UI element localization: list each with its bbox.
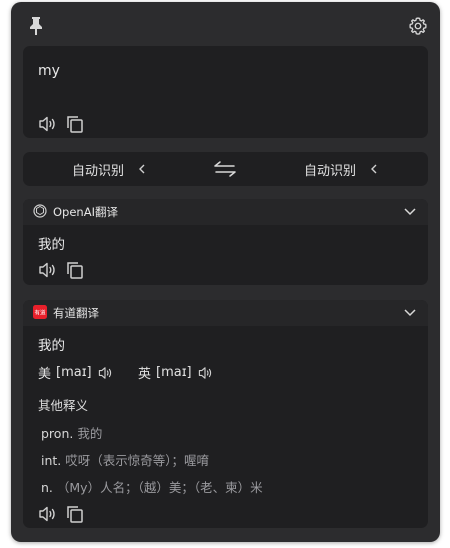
phonetic-ipa: [maɪ] [56,365,92,380]
source-text[interactable]: my [38,63,60,79]
chevron-left-icon [139,164,145,174]
target-language-label: 自动识别 [304,163,357,179]
definition-pos: n. [41,480,53,495]
target-language-select[interactable]: 自动识别 [304,152,378,186]
definition-pos: pron. [41,426,74,441]
youdao-result-text: 我的 [38,338,65,354]
speaker-icon[interactable] [37,260,57,280]
phonetic-us: 美 [maɪ] [38,363,114,382]
other-meanings-label: 其他释义 [38,398,89,413]
youdao-service-name: 有道翻译 [53,306,99,320]
youdao-result-panel: 有道 有道翻译 我的 美 [maɪ] 英 [maɪ] 其他释义 pron. 我的… [23,300,428,528]
chevron-down-icon[interactable] [404,206,416,216]
definition-item: pron. 我的 [41,423,102,442]
gear-icon[interactable] [408,16,428,36]
openai-header[interactable]: OpenAI翻译 [23,199,428,225]
svg-text:有道: 有道 [34,309,46,317]
youdao-header[interactable]: 有道 有道翻译 [23,300,428,326]
copy-icon[interactable] [65,260,85,280]
source-language-label: 自动识别 [72,163,125,179]
source-input-panel[interactable]: my [23,46,428,138]
openai-service-name: OpenAI翻译 [53,205,118,219]
speaker-icon[interactable] [37,504,57,524]
speaker-icon[interactable] [37,114,57,134]
chevron-down-icon[interactable] [404,307,416,317]
translator-window: my 自动识别 自动识别 OpenAI翻译 我的 有道 有道翻译 我的 美 [m… [11,2,440,542]
openai-result-panel: OpenAI翻译 我的 [23,199,428,285]
definition-meaning: （My）人名；（越）美；（老、柬）米 [56,480,263,495]
phonetic-uk: 英 [maɪ] [138,363,214,382]
swap-languages-icon[interactable] [214,161,236,177]
chevron-left-icon [371,164,377,174]
openai-result-text: 我的 [38,237,65,253]
definition-pos: int. [41,453,62,468]
copy-icon[interactable] [65,504,85,524]
definition-item: n. （My）人名；（越）美；（老、柬）米 [41,477,263,496]
phonetic-region: 美 [38,367,52,382]
definition-meaning: 哎呀（表示惊奇等）；喔唷 [65,453,210,468]
source-language-select[interactable]: 自动识别 [72,152,146,186]
language-bar: 自动识别 自动识别 [23,152,428,186]
youdao-logo-icon: 有道 [33,305,47,319]
definition-item: int. 哎呀（表示惊奇等）；喔唷 [41,450,209,469]
speaker-icon[interactable] [196,365,214,381]
title-bar [11,2,440,46]
copy-icon[interactable] [65,114,85,134]
speaker-icon[interactable] [96,365,114,381]
phonetic-ipa: [maɪ] [156,365,192,380]
pin-icon[interactable] [27,16,45,36]
definition-meaning: 我的 [77,426,103,441]
openai-logo-icon [33,204,47,218]
phonetic-region: 英 [138,367,152,382]
